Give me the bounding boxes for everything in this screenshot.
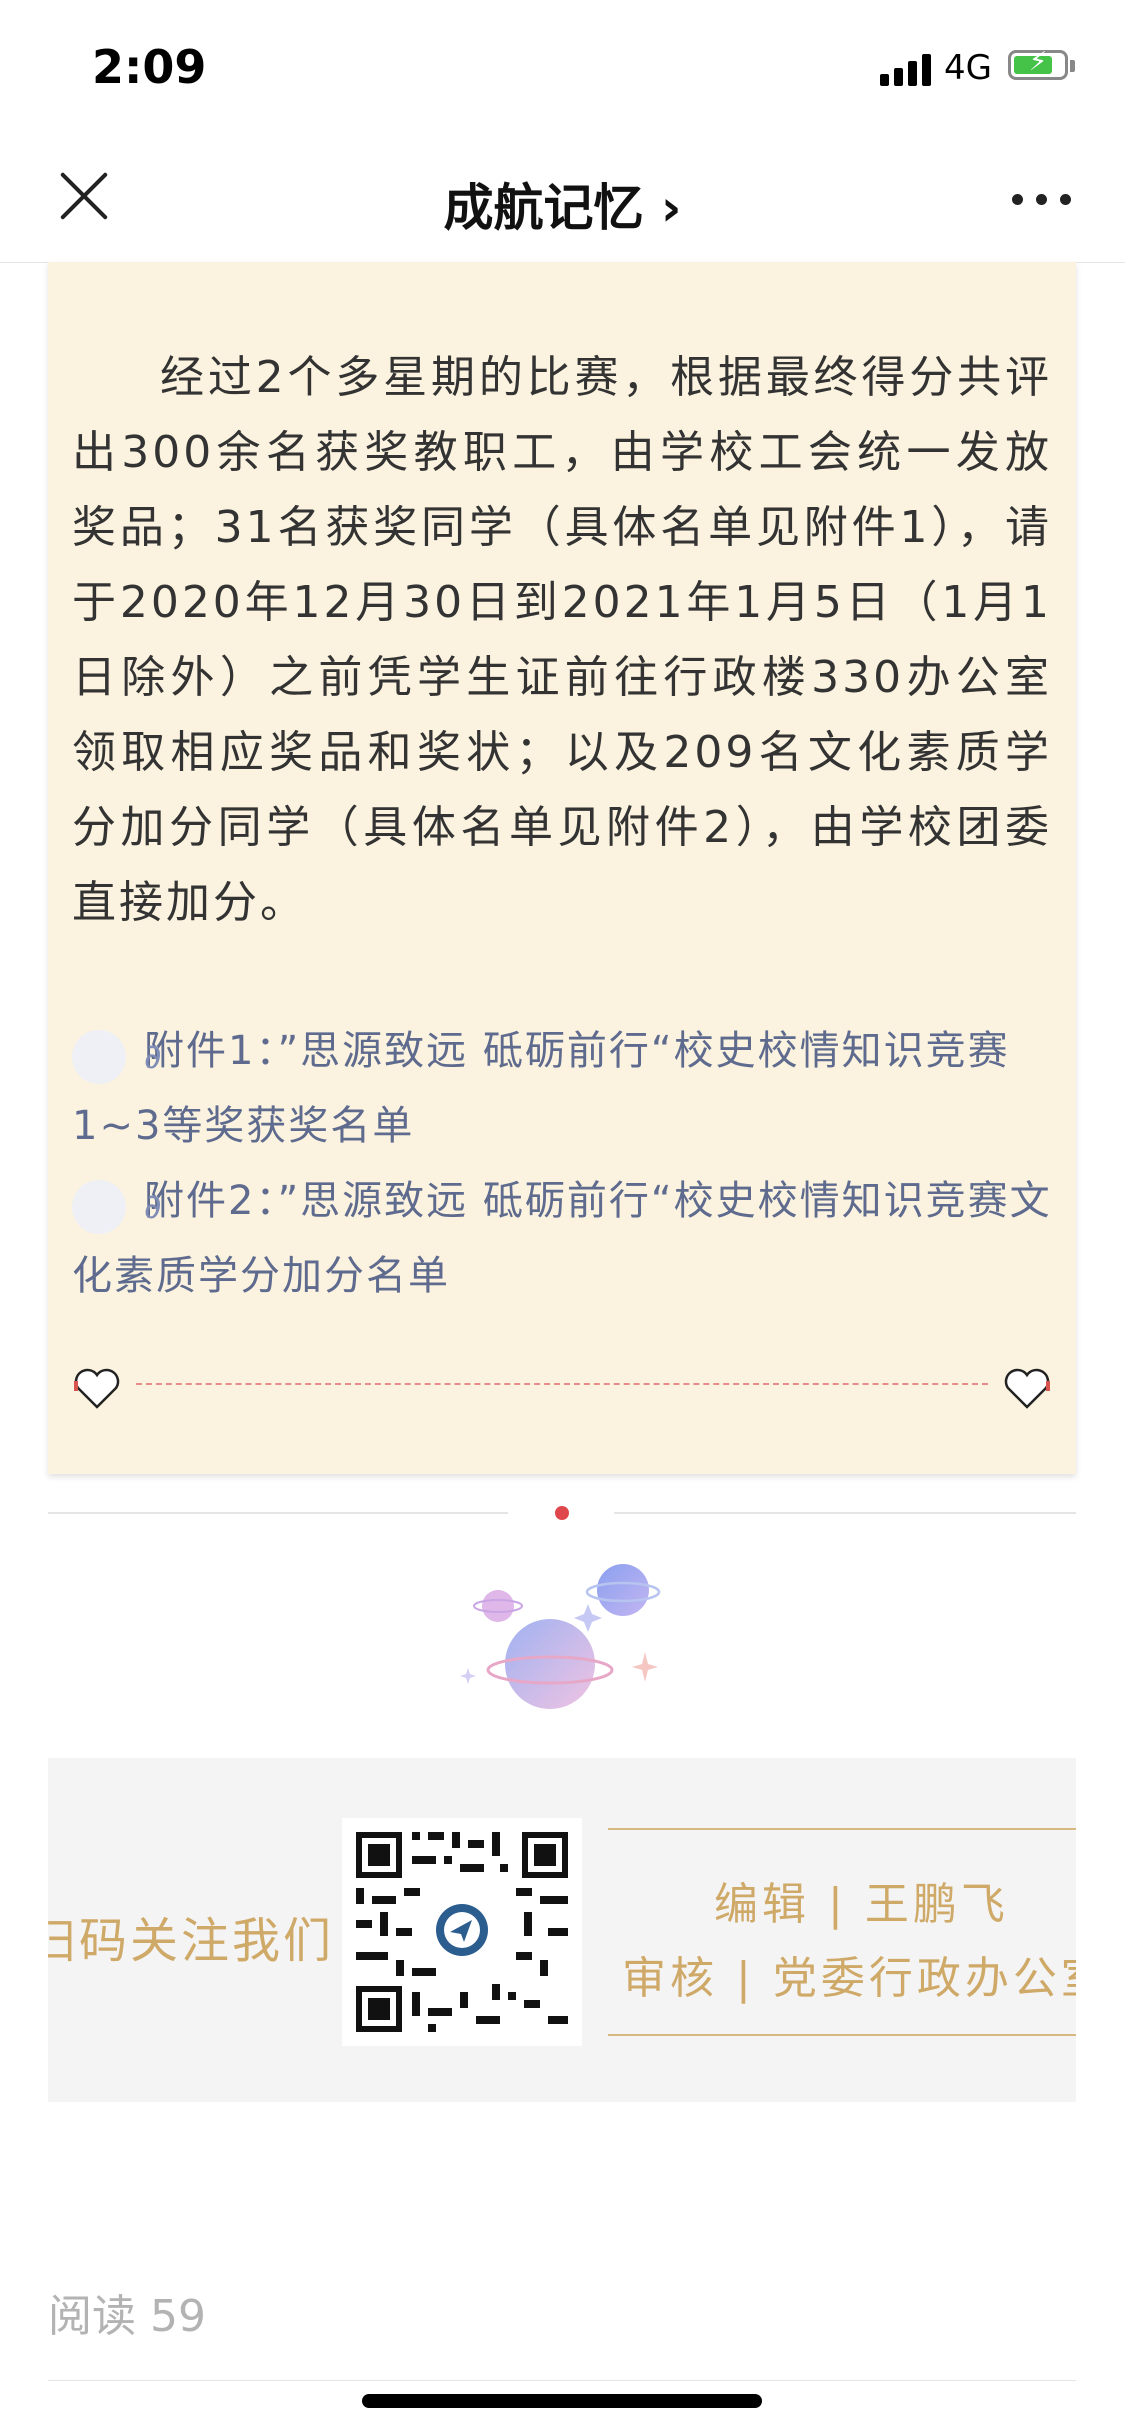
read-value: 59	[150, 2291, 206, 2342]
battery-tip	[1070, 60, 1075, 72]
attachment-link-2[interactable]: ∂ 附件2：”思源致远 砥砺前行“校史校情知识竞赛文化素质学分加分名单	[72, 1164, 1052, 1314]
editor-label: 编辑	[714, 1879, 810, 1930]
credits-rule-bottom	[608, 2034, 1076, 2036]
credits-rule-top	[608, 1828, 1076, 1830]
more-icon[interactable]	[1012, 194, 1072, 206]
reviewer-name: 党委行政办公室	[772, 1953, 1076, 2004]
section-divider-dot	[555, 1506, 569, 1520]
editor-credit: 编辑 | 王鹏飞	[714, 1868, 1009, 1932]
editor-name: 王鹏飞	[864, 1879, 1009, 1930]
read-label: 阅读	[48, 2291, 136, 2342]
chevron-right-icon: ›	[660, 179, 682, 237]
account-title: 成航记忆	[443, 179, 644, 237]
battery-charging-icon: ⚡	[1008, 47, 1068, 80]
attachment-label: 附件1：”思源致远 砥砺前行“校史校情知识竞赛1~3等奖获奖名单	[72, 1028, 1010, 1149]
heart-right-icon	[1004, 1368, 1050, 1409]
section-divider-left	[48, 1512, 508, 1514]
planets-illustration	[460, 1564, 661, 1709]
qr-code	[342, 1818, 582, 2046]
reviewer-label: 审核	[622, 1953, 718, 2004]
dashed-divider	[136, 1383, 988, 1385]
status-time: 2:09	[92, 40, 207, 94]
link-icon: ∂	[72, 1180, 162, 1234]
credit-separator: |	[736, 1953, 755, 2004]
attachment-label: 附件2：”思源致远 砥砺前行“校史校情知识竞赛文化素质学分加分名单	[72, 1178, 1052, 1299]
link-icon: ∂	[72, 1030, 162, 1084]
credit-separator: |	[828, 1879, 847, 1930]
article-paragraph: 经过2个多星期的比赛，根据最终得分共评出300余名获奖教职工，由学校工会统一发放…	[72, 352, 1052, 928]
home-indicator[interactable]	[362, 2394, 762, 2408]
reviewer-credit: 审核 | 党委行政办公室	[622, 1942, 1076, 2006]
bottom-divider	[48, 2380, 1076, 2381]
network-type: 4G	[944, 48, 992, 88]
account-title-link[interactable]: 成航记忆 ›	[0, 168, 1125, 240]
footer-band: 扫码关注我们 编辑 | 王鹏飞 审核 | 党委行政办公室	[48, 1758, 1076, 2102]
attachment-link-1[interactable]: ∂ 附件1：”思源致远 砥砺前行“校史校情知识竞赛1~3等奖获奖名单	[72, 1014, 1052, 1164]
scan-follow-text: 扫码关注我们	[48, 1913, 335, 1969]
signal-icon	[880, 52, 936, 86]
read-count: 阅读 59	[48, 2280, 206, 2344]
heart-left-icon	[74, 1368, 120, 1409]
section-divider-right	[614, 1512, 1076, 1514]
